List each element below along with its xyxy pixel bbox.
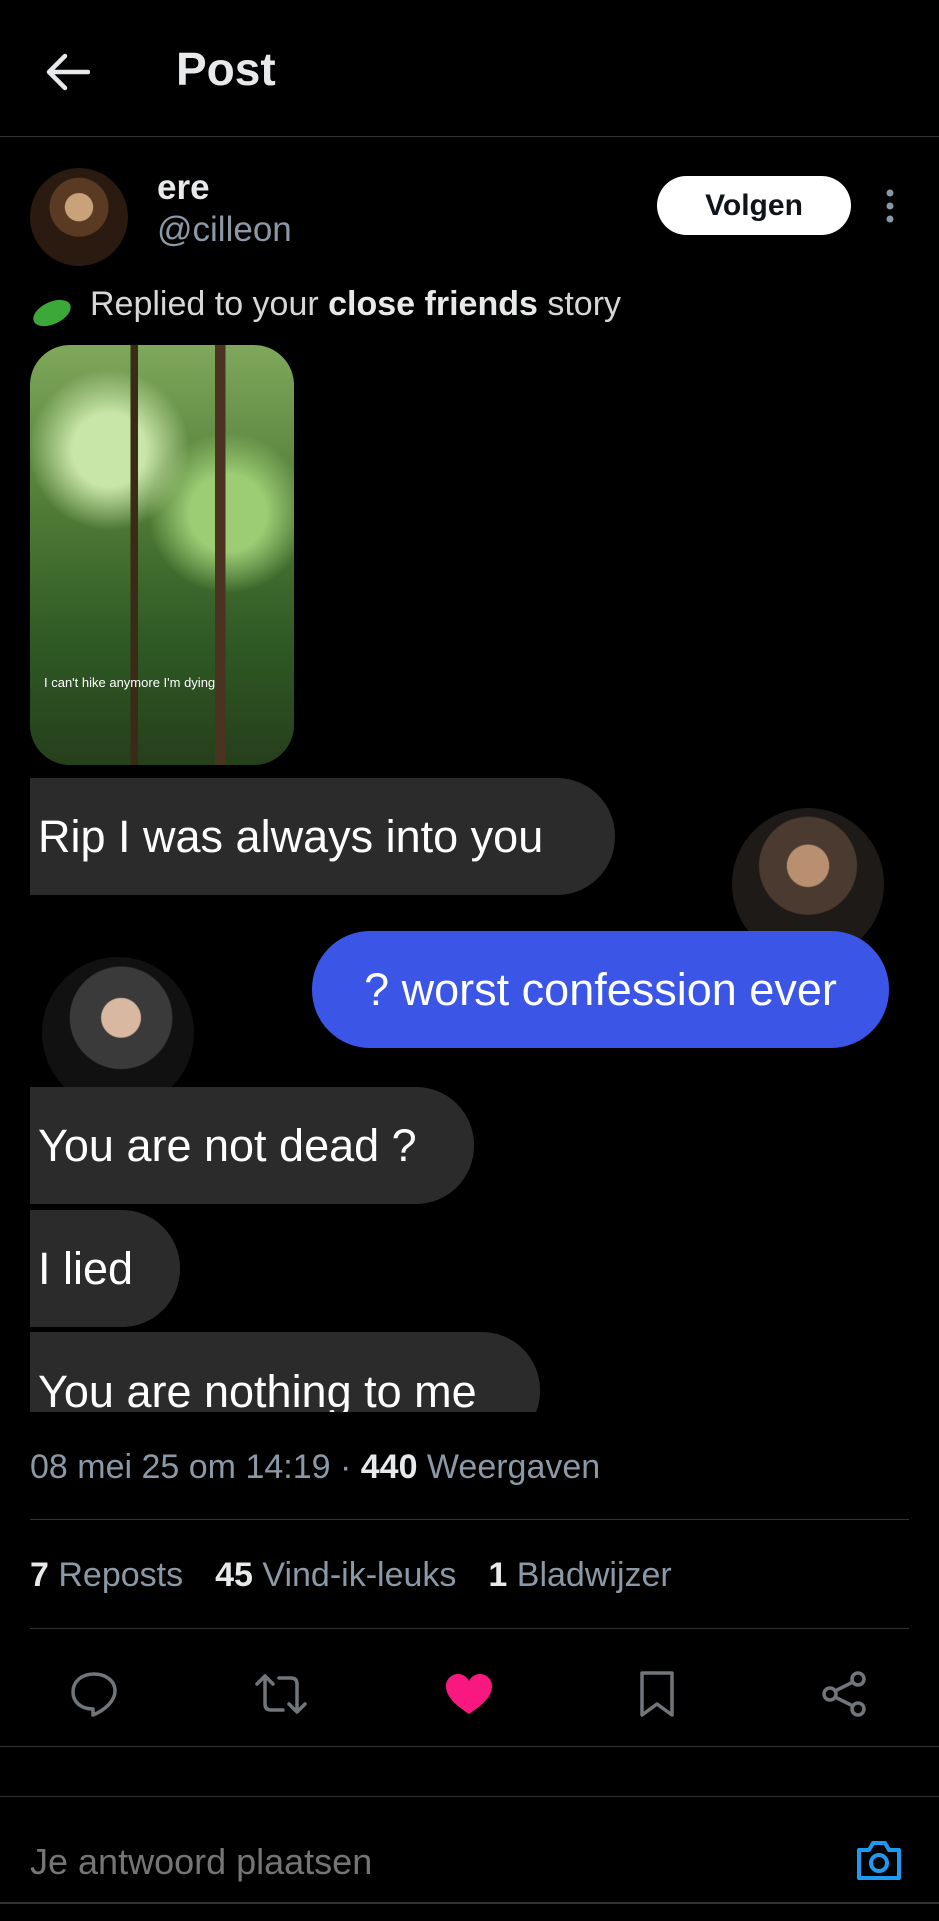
more-options-button[interactable] bbox=[872, 184, 908, 228]
back-button[interactable] bbox=[36, 40, 100, 104]
author-handle[interactable]: @cilleon bbox=[157, 210, 292, 250]
follow-button[interactable]: Volgen bbox=[657, 176, 851, 235]
reply-button[interactable] bbox=[58, 1658, 130, 1730]
leaf-icon bbox=[29, 294, 75, 332]
divider bbox=[30, 1628, 909, 1629]
message-bubble: Rip I was always into you bbox=[30, 778, 615, 895]
reply-icon bbox=[71, 1672, 117, 1717]
divider bbox=[0, 1746, 939, 1747]
message-bubble: I lied bbox=[30, 1210, 180, 1327]
arrow-left-icon bbox=[46, 53, 90, 91]
share-icon bbox=[822, 1671, 866, 1717]
page-title: Post bbox=[176, 43, 276, 95]
post-media[interactable]: Replied to your close friends story I ca… bbox=[0, 290, 939, 1412]
repost-icon bbox=[255, 1674, 307, 1714]
likes-stat[interactable]: 45 Vind-ik-leuks bbox=[215, 1556, 456, 1595]
bottom-edge bbox=[0, 1902, 939, 1904]
post-stats: 7 Reposts 45 Vind-ik-leuks 1 Bladwijzer bbox=[30, 1556, 672, 1595]
camera-button[interactable] bbox=[852, 1833, 906, 1887]
author-avatar[interactable] bbox=[30, 168, 128, 266]
reposts-stat[interactable]: 7 Reposts bbox=[30, 1556, 183, 1595]
post-timestamp: 08 mei 25 om 14:19 · 440 Weergaven bbox=[30, 1448, 601, 1486]
divider bbox=[30, 1519, 909, 1520]
camera-icon bbox=[857, 1841, 901, 1880]
story-caption: I can't hike anymore I'm dying bbox=[44, 675, 216, 690]
like-button[interactable] bbox=[433, 1658, 505, 1730]
views-count: 440 bbox=[360, 1448, 418, 1486]
story-thumbnail: I can't hike anymore I'm dying bbox=[30, 345, 294, 765]
message-bubble: You are nothing to me bbox=[30, 1332, 540, 1412]
bookmark-button[interactable] bbox=[621, 1658, 693, 1730]
story-reply-label: Replied to your close friends story bbox=[90, 290, 622, 323]
message-bubble: You are not dead ? bbox=[30, 1087, 474, 1204]
reply-input[interactable] bbox=[30, 1841, 810, 1883]
top-bar: Post bbox=[0, 0, 939, 137]
bookmark-icon bbox=[640, 1671, 674, 1717]
repost-button[interactable] bbox=[245, 1658, 317, 1730]
share-button[interactable] bbox=[808, 1658, 880, 1730]
more-vertical-icon bbox=[886, 189, 894, 223]
author-name[interactable]: ere bbox=[157, 168, 210, 208]
like-icon bbox=[446, 1674, 492, 1714]
bookmarks-stat[interactable]: 1 Bladwijzer bbox=[488, 1556, 671, 1595]
message-bubble-sent: ? worst confession ever bbox=[312, 931, 889, 1048]
